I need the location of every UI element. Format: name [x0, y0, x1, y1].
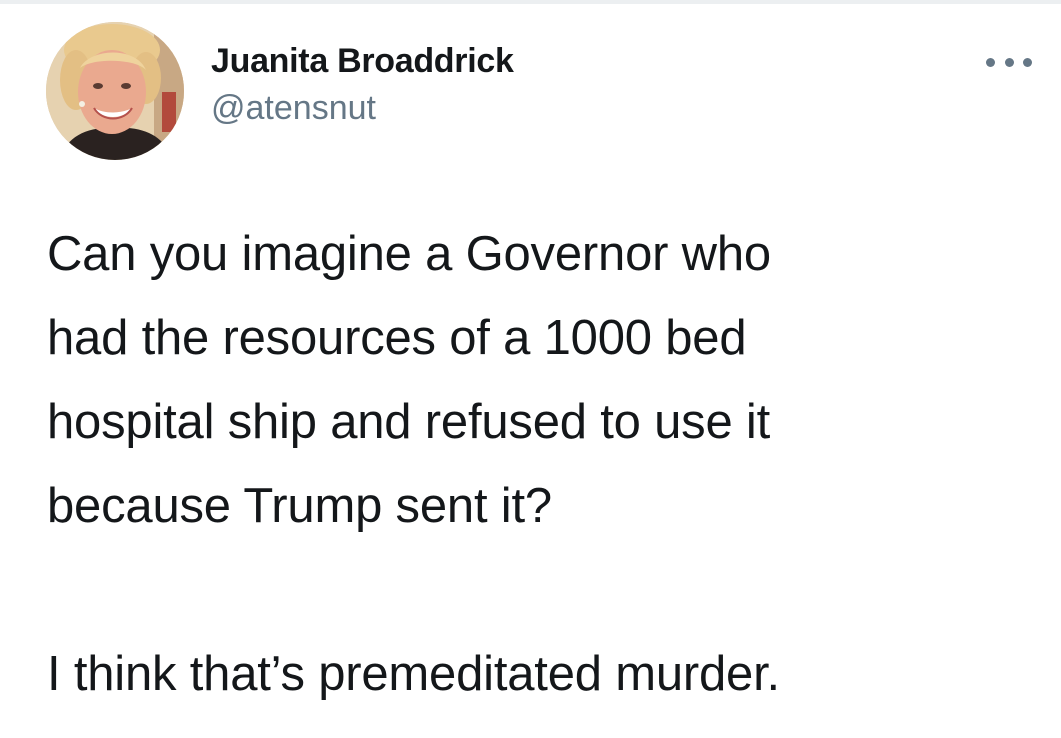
tweet-text-paragraph-1: Can you imagine a Governor who had the r… [47, 227, 771, 533]
more-options-button[interactable] [986, 50, 1032, 74]
author-display-name[interactable]: Juanita Broaddrick [211, 40, 514, 82]
profile-photo-icon [46, 22, 184, 160]
author-info: Juanita Broaddrick @atensnut [211, 40, 514, 129]
tweet-text-paragraph-2: I think that’s premeditated murder. [47, 647, 780, 701]
tweet-card: Juanita Broaddrick @atensnut Can you ima… [0, 0, 1061, 738]
avatar[interactable] [46, 22, 184, 160]
tweet-body: Can you imagine a Governor who had the r… [47, 212, 1027, 716]
ellipsis-icon [986, 57, 1032, 67]
author-handle[interactable]: @atensnut [211, 87, 514, 129]
